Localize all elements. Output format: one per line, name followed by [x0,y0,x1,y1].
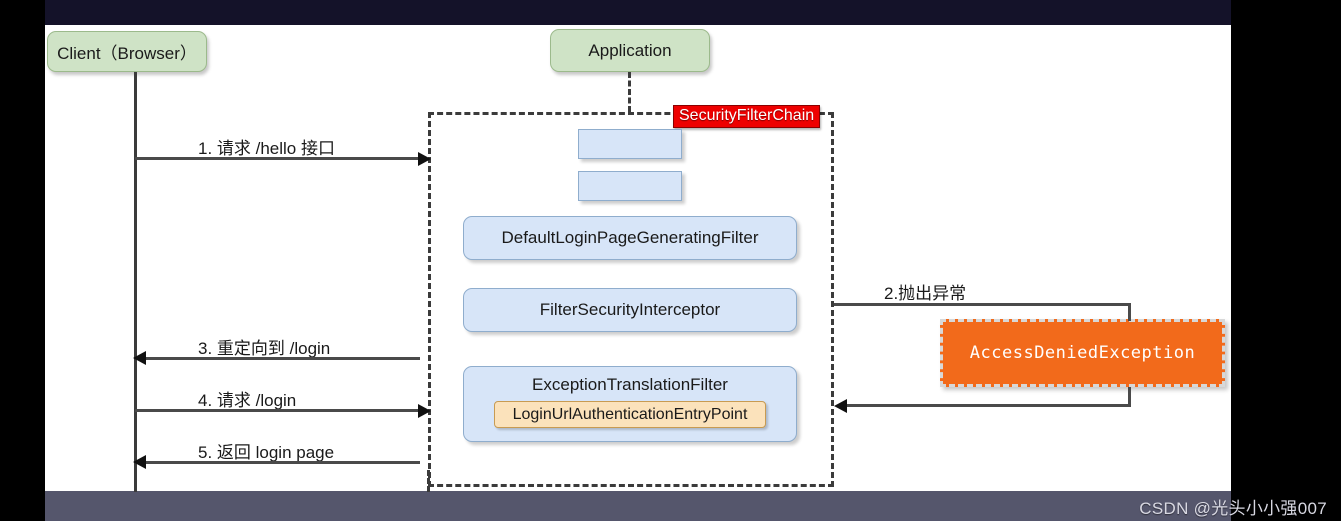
filter-box-default-login-page-generating-filter: DefaultLoginPageGeneratingFilter [463,216,797,260]
video-bottom-bar [45,491,1231,521]
actor-client: Client（Browser） [47,31,207,72]
lifeline-client [134,72,137,492]
login-url-authentication-entry-point-box: LoginUrlAuthenticationEntryPoint [494,401,766,428]
message-5-arrowhead-icon [133,455,146,469]
filter-box-exception-translation-filter: ExceptionTranslationFilter LoginUrlAuthe… [463,366,797,442]
message-3-label: 3. 重定向到 /login [198,339,331,358]
lifeline-application [628,72,631,112]
access-denied-exception-box: AccessDeniedException [940,319,1225,387]
filter-box-filter-security-interceptor: FilterSecurityInterceptor [463,288,797,332]
actor-client-label: Client（Browser） [57,44,197,63]
screenshot-root: Client（Browser） Application SecurityFilt… [0,0,1341,521]
message-1-label: 1. 请求 /hello 接口 [198,139,335,158]
filter-box-default-login-page-generating-filter-label: DefaultLoginPageGeneratingFilter [501,228,759,247]
message-1-line [135,157,420,160]
message-4-arrowhead-icon [418,404,431,418]
login-url-authentication-entry-point-label: LoginUrlAuthenticationEntryPoint [512,405,748,423]
message-4-line [135,409,420,412]
message-3-arrowhead-icon [133,351,146,365]
message-3-line [139,357,420,360]
message-4-label: 4. 请求 /login [198,391,297,410]
actor-application-label: Application [588,40,672,60]
filter-box-empty-2 [578,171,682,201]
access-denied-exception-label: AccessDeniedException [969,343,1196,363]
video-top-bar [45,0,1231,25]
message-5-line [139,461,420,464]
message-5-label: 5. 返回 login page [198,443,335,462]
filter-box-exception-translation-filter-label: ExceptionTranslationFilter [532,375,728,394]
message-1-arrowhead-icon [418,152,431,166]
message-2-line-vertical [1128,303,1131,321]
filter-box-empty-1 [578,129,682,159]
message-2-label: 2.抛出异常 [884,284,967,303]
exception-return-line-horizontal [843,404,1131,407]
security-filter-chain-label: SecurityFilterChain [673,105,821,128]
exception-return-arrowhead-icon [834,399,847,413]
csdn-watermark: CSDN @光头小小强007 [1139,499,1327,518]
actor-application: Application [550,29,710,72]
filter-box-filter-security-interceptor-label: FilterSecurityInterceptor [539,300,721,319]
message-2-line-horizontal [834,303,1130,306]
